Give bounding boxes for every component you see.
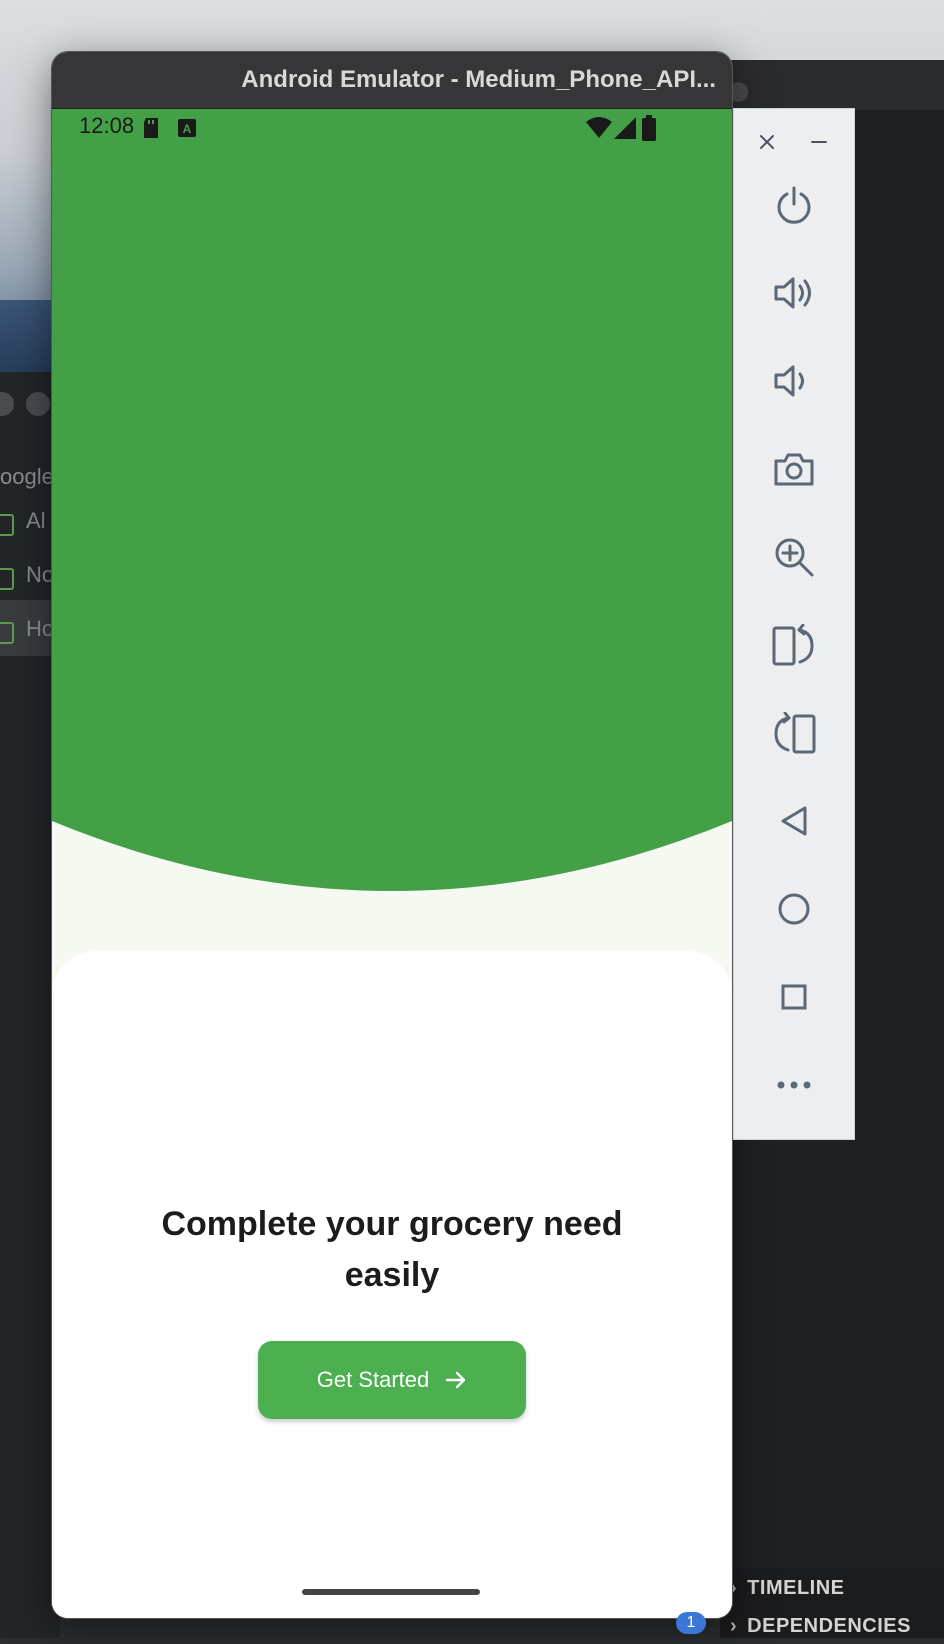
dependencies-section[interactable]: › DEPENDENCIES (730, 1608, 911, 1644)
left-app-label: oogle (0, 464, 54, 489)
emulator-toolbar (733, 108, 855, 1140)
volume-down-icon[interactable] (764, 351, 824, 411)
timeline-label: TIMELINE (747, 1577, 845, 1599)
close-icon[interactable] (752, 127, 782, 157)
notification-badge: 1 (676, 1612, 706, 1634)
headline: Complete your grocery need easily (161, 1205, 623, 1294)
phone-screen: 12:08 A Complete your grocery need easil… (52, 109, 732, 1618)
more-icon[interactable] (764, 1055, 824, 1115)
get-started-label: Get Started (316, 1367, 430, 1392)
camera-icon[interactable] (764, 439, 824, 499)
volume-up-icon[interactable] (764, 263, 824, 323)
home-indicator[interactable] (302, 1589, 480, 1595)
status-time: 12:08 (79, 113, 135, 138)
timeline-section[interactable]: › TIMELINE (730, 1570, 845, 1606)
back-icon[interactable] (764, 791, 824, 851)
get-started-button[interactable]: Get Started (258, 1341, 526, 1419)
signal-icon (614, 117, 636, 139)
minimize-icon[interactable] (804, 127, 834, 157)
list-icon (0, 622, 14, 644)
dependencies-label: DEPENDENCIES (747, 1615, 911, 1637)
list-icon (0, 514, 14, 536)
status-bar: 12:08 A (52, 109, 732, 149)
arrow-right-icon (445, 1369, 467, 1391)
left-app-window: oogle Al No Ho (0, 372, 60, 1638)
rotate-left-icon[interactable] (764, 615, 824, 675)
left-app-item[interactable]: Ho (26, 616, 54, 642)
explorer-titlebar (720, 60, 944, 110)
left-app-item[interactable]: Al (26, 508, 46, 534)
svg-text:A: A (183, 122, 192, 136)
sd-card-icon (144, 118, 158, 138)
home-icon[interactable] (764, 879, 824, 939)
explorer-bottom-panel: › TIMELINE › DEPENDENCIES (720, 1568, 944, 1638)
battery-icon (642, 115, 656, 141)
wifi-icon (586, 117, 612, 138)
overview-icon[interactable] (764, 967, 824, 1027)
zoom-in-icon[interactable] (764, 527, 824, 587)
emulator-titlebar[interactable]: Android Emulator - Medium_Phone_API... (52, 52, 732, 109)
keyboard-a-icon: A (178, 119, 196, 137)
window-control-dot[interactable] (0, 392, 14, 416)
left-app-item[interactable]: No (26, 562, 54, 588)
window-control-dot[interactable] (26, 392, 50, 416)
header-background (52, 109, 732, 1009)
emulator-title: Android Emulator - Medium_Phone_API... (241, 66, 716, 93)
chevron-right-icon: › (730, 1615, 738, 1637)
emulator-window: Android Emulator - Medium_Phone_API... 1… (52, 52, 732, 1618)
rotate-right-icon[interactable] (764, 703, 824, 763)
power-icon[interactable] (764, 175, 824, 235)
list-icon (0, 568, 14, 590)
